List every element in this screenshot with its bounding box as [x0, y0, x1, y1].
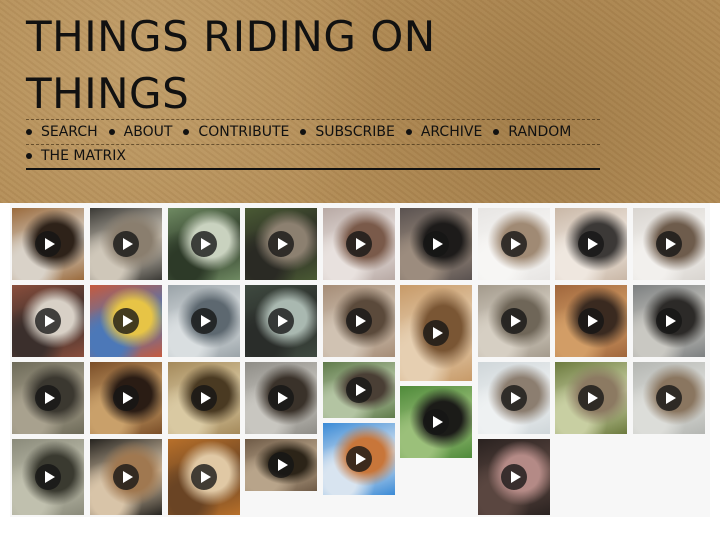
video-thumbnail[interactable] — [478, 285, 550, 357]
video-thumbnail[interactable] — [168, 208, 240, 280]
video-thumbnail[interactable] — [633, 362, 705, 434]
nav-random[interactable]: RANDOM — [493, 124, 571, 140]
play-icon[interactable] — [578, 385, 604, 411]
nav-label: SEARCH — [41, 124, 98, 140]
site-header: THINGS RIDING ON THINGS SEARCH ABOUT CONTR… — [0, 0, 720, 203]
play-icon[interactable] — [501, 385, 527, 411]
video-thumbnail[interactable] — [245, 208, 317, 280]
play-icon[interactable] — [113, 231, 139, 257]
play-icon[interactable] — [113, 308, 139, 334]
play-icon[interactable] — [35, 308, 61, 334]
video-thumbnail[interactable] — [400, 285, 472, 381]
play-icon[interactable] — [113, 464, 139, 490]
play-icon[interactable] — [578, 308, 604, 334]
video-thumbnail[interactable] — [245, 439, 317, 491]
play-icon[interactable] — [113, 385, 139, 411]
nav-label: ABOUT — [123, 124, 173, 140]
video-thumbnail[interactable] — [633, 208, 705, 280]
video-thumbnail[interactable] — [323, 285, 395, 357]
bullet-icon — [183, 129, 190, 135]
play-icon[interactable] — [268, 231, 294, 257]
play-icon[interactable] — [578, 231, 604, 257]
video-thumbnail[interactable] — [12, 439, 84, 515]
play-icon[interactable] — [656, 231, 682, 257]
play-icon[interactable] — [423, 320, 449, 346]
play-icon[interactable] — [346, 308, 372, 334]
play-icon[interactable] — [191, 464, 217, 490]
nav-archive[interactable]: ARCHIVE — [405, 124, 483, 140]
video-thumbnail-grid — [10, 203, 710, 517]
video-thumbnail[interactable] — [245, 362, 317, 434]
play-icon[interactable] — [191, 385, 217, 411]
video-thumbnail[interactable] — [12, 362, 84, 434]
play-icon[interactable] — [346, 231, 372, 257]
play-icon[interactable] — [35, 231, 61, 257]
nav-about[interactable]: ABOUT — [108, 124, 173, 140]
video-thumbnail[interactable] — [168, 285, 240, 357]
video-thumbnail[interactable] — [168, 362, 240, 434]
nav-label: ARCHIVE — [420, 124, 483, 140]
video-thumbnail[interactable] — [478, 439, 550, 515]
nav-the-matrix[interactable]: THE MATRIX — [26, 148, 126, 164]
nav-menu-row-1: SEARCH ABOUT CONTRIBUTE SUBSCRIBE ARCHIVE RAN… — [26, 119, 600, 145]
bullet-icon — [300, 129, 307, 135]
play-icon[interactable] — [656, 308, 682, 334]
video-thumbnail[interactable] — [90, 439, 162, 515]
play-icon[interactable] — [191, 308, 217, 334]
play-icon[interactable] — [656, 385, 682, 411]
nav-menu-row-2: THE MATRIX — [26, 144, 600, 170]
video-thumbnail[interactable] — [478, 362, 550, 434]
nav-label: SUBSCRIBE — [315, 124, 395, 140]
bullet-icon — [405, 129, 412, 135]
nav-subscribe[interactable]: SUBSCRIBE — [300, 124, 395, 140]
play-icon[interactable] — [346, 446, 372, 472]
play-icon[interactable] — [191, 231, 217, 257]
play-icon[interactable] — [501, 308, 527, 334]
play-icon[interactable] — [35, 385, 61, 411]
site-title[interactable]: THINGS RIDING ON THINGS — [26, 8, 586, 122]
play-icon[interactable] — [423, 231, 449, 257]
video-thumbnail[interactable] — [168, 439, 240, 515]
play-icon[interactable] — [35, 464, 61, 490]
video-thumbnail[interactable] — [12, 285, 84, 357]
play-icon[interactable] — [501, 231, 527, 257]
video-thumbnail[interactable] — [555, 285, 627, 357]
video-thumbnail[interactable] — [555, 362, 627, 434]
video-thumbnail[interactable] — [12, 208, 84, 280]
bullet-icon — [26, 153, 32, 159]
nav-contribute[interactable]: CONTRIBUTE — [183, 124, 289, 140]
bullet-icon — [108, 129, 115, 135]
nav-search[interactable]: SEARCH — [26, 124, 98, 140]
video-thumbnail[interactable] — [90, 208, 162, 280]
bullet-icon — [493, 129, 500, 135]
nav-label: THE MATRIX — [41, 148, 126, 164]
video-thumbnail[interactable] — [478, 208, 550, 280]
video-thumbnail[interactable] — [90, 285, 162, 357]
video-thumbnail[interactable] — [323, 208, 395, 280]
video-thumbnail[interactable] — [245, 285, 317, 357]
nav-label: RANDOM — [508, 124, 572, 140]
play-icon[interactable] — [423, 409, 449, 435]
nav-label: CONTRIBUTE — [198, 124, 290, 140]
video-thumbnail[interactable] — [323, 423, 395, 495]
video-thumbnail[interactable] — [400, 208, 472, 280]
video-thumbnail[interactable] — [400, 386, 472, 458]
play-icon[interactable] — [501, 464, 527, 490]
play-icon[interactable] — [268, 385, 294, 411]
video-thumbnail[interactable] — [555, 208, 627, 280]
video-thumbnail[interactable] — [90, 362, 162, 434]
play-icon[interactable] — [268, 308, 294, 334]
play-icon[interactable] — [346, 377, 372, 403]
video-thumbnail[interactable] — [323, 362, 395, 418]
play-icon[interactable] — [268, 452, 294, 478]
bullet-icon — [26, 129, 32, 135]
video-thumbnail[interactable] — [633, 285, 705, 357]
